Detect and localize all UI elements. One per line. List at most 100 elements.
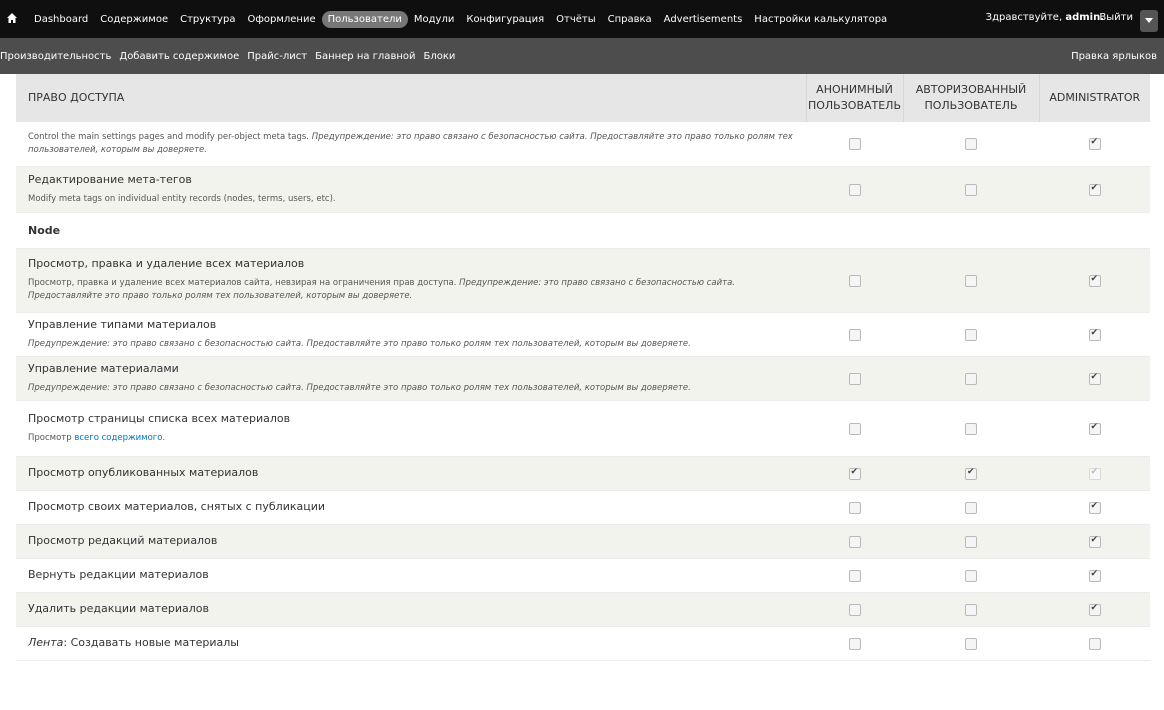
checkbox-cell-authenticated [903,524,1039,559]
checkbox-cell-administrator [1039,558,1150,593]
toolbar-item-9[interactable]: Advertisements [658,11,749,28]
permission-cell: Просмотр опубликованных материалов [16,456,806,491]
checkbox-cell-authenticated [903,312,1039,357]
permission-checkbox[interactable] [965,467,977,480]
checkbox-cell-authenticated [903,626,1039,661]
toolbar-item-10[interactable]: Настройки калькулятора [748,11,893,28]
permission-description: Control the main settings pages and modi… [28,131,793,155]
shortcut-link-3[interactable]: Баннер на главной [315,51,415,62]
role-header-anonymous: АНОНИМНЫЙ ПОЛЬЗОВАТЕЛЬ [805,74,903,122]
checkbox-cell-administrator [1039,166,1150,213]
logout-link[interactable]: Выйти [1099,12,1133,23]
chevron-down-icon[interactable] [1140,10,1158,32]
checkbox-cell-administrator [1039,400,1150,457]
checkbox-cell-administrator [1039,312,1150,357]
toolbar-item-3[interactable]: Оформление [241,11,321,28]
role-header-authenticated: АВТОРИЗОВАННЫЙ ПОЛЬЗОВАТЕЛЬ [902,74,1039,122]
permission-checkbox[interactable] [965,274,977,287]
permission-checkbox[interactable] [965,372,977,385]
toolbar-item-5[interactable]: Модули [408,11,460,28]
permission-cell: Управление материалами Предупреждение: эт… [16,356,806,401]
permission-checkbox[interactable] [1088,183,1101,196]
permission-checkbox[interactable] [1088,637,1101,650]
toolbar-item-7[interactable]: Отчёты [550,11,601,28]
permission-checkbox[interactable] [848,138,861,151]
toolbar-item-0[interactable]: Dashboard [28,11,94,28]
permission-cell: Удалить редакции материалов [16,592,806,627]
permission-checkbox[interactable] [848,535,861,548]
permission-description: Modify meta tags on individual entity re… [28,193,336,204]
toolbar-item-8[interactable]: Справка [602,11,658,28]
permission-row: Редактирование мета-тегов Modify meta tag… [16,166,1150,213]
edit-shortcuts-link[interactable]: Правка ярлыков [1071,51,1157,62]
permission-checkbox[interactable] [848,467,861,480]
permission-row: Управление типами материалов Предупрежден… [16,312,1150,357]
permission-checkbox[interactable] [965,328,977,341]
permission-checkbox[interactable] [848,422,861,435]
checkbox-cell-administrator [1039,248,1150,313]
permission-checkbox[interactable] [965,637,977,650]
checkbox-cell-authenticated [903,122,1039,167]
toolbar-item-6[interactable]: Конфигурация [460,11,550,28]
permission-cell: Просмотр редакций материалов [16,524,806,559]
permission-cell: Просмотр страницы списка всех материалов… [16,400,806,457]
permission-checkbox[interactable] [848,637,861,650]
permission-checkbox[interactable] [965,535,977,548]
shortcut-link-1[interactable]: Добавить содержимое [119,51,239,62]
shortcut-link-0[interactable]: Производительность [0,51,111,62]
permission-description: Просмотр всего содержимого. [28,432,166,443]
shortcut-link-4[interactable]: Блоки [424,51,456,62]
checkbox-cell-authenticated [903,490,1039,525]
home-icon[interactable] [5,11,19,25]
checkbox-cell-anonymous [806,524,903,559]
shortcut-link-2[interactable]: Прайс-лист [247,51,307,62]
permission-checkbox[interactable] [1088,603,1101,616]
permission-title: Просмотр своих материалов, снятых с публ… [28,500,326,513]
permission-checkbox [1088,467,1101,480]
toolbar-item-2[interactable]: Структура [174,11,241,28]
checkbox-cell-administrator [1039,524,1150,559]
username-link[interactable]: admin. [1065,12,1104,23]
permission-checkbox[interactable] [848,372,861,385]
permission-checkbox[interactable] [965,501,977,514]
permissions-table: ПРАВО ДОСТУПА АНОНИМНЫЙ ПОЛЬЗОВАТЕЛЬ АВТО… [16,74,1150,661]
permission-checkbox[interactable] [848,274,861,287]
permission-title: Вернуть редакции материалов [28,568,209,581]
permission-cell: Control the main settings pages and modi… [16,122,806,167]
checkbox-cell-administrator [1039,490,1150,525]
permission-title: Просмотр, правка и удаление всех материа… [28,257,305,270]
permission-checkbox[interactable] [1088,535,1101,548]
permission-checkbox[interactable] [965,422,977,435]
permission-checkbox[interactable] [965,569,977,582]
permission-checkbox[interactable] [1088,501,1101,514]
module-title: Node [16,212,1150,249]
checkbox-cell-anonymous [806,626,903,661]
permission-title: Лента: Создавать новые материалы [28,636,239,649]
toolbar-item-4[interactable]: Пользователи [321,10,408,28]
checkbox-cell-authenticated [903,400,1039,457]
checkbox-cell-administrator [1039,356,1150,401]
toolbar-item-1[interactable]: Содержимое [94,11,174,28]
content-overview-link[interactable]: всего содержимого [74,433,162,443]
permission-checkbox[interactable] [965,183,977,196]
permission-checkbox[interactable] [848,183,861,196]
permission-checkbox[interactable] [965,603,977,616]
checkbox-cell-authenticated [903,592,1039,627]
permission-checkbox[interactable] [1088,569,1101,582]
permission-checkbox[interactable] [1088,372,1101,385]
permission-checkbox[interactable] [848,328,861,341]
permission-row: Просмотр страницы списка всех материалов… [16,400,1150,457]
permission-row: Управление материалами Предупреждение: эт… [16,356,1150,401]
permission-checkbox[interactable] [848,603,861,616]
permission-checkbox[interactable] [1088,328,1101,341]
permission-title: Удалить редакции материалов [28,602,209,615]
checkbox-cell-anonymous [806,400,903,457]
permission-checkbox[interactable] [848,501,861,514]
permission-checkbox[interactable] [1088,422,1101,435]
permission-checkbox[interactable] [1088,137,1101,151]
permission-checkbox[interactable] [848,569,861,582]
permission-checkbox[interactable] [1088,274,1101,287]
permission-title: Просмотр опубликованных материалов [28,466,259,479]
permission-checkbox[interactable] [965,138,977,151]
admin-toolbar: Dashboard Содержимое Структура Оформление По… [0,0,1164,38]
